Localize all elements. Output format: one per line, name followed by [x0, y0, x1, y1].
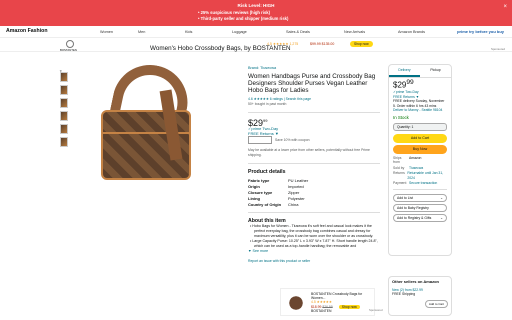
divider	[248, 111, 380, 113]
nav-item-amazon-brands[interactable]: Amazon Brands	[398, 30, 425, 34]
sponsored-brand-bar: BOSTANTEN Women's Hobo Crossbody Bags, b…	[0, 38, 512, 52]
thumbnail[interactable]	[60, 111, 68, 121]
product-details-table: Fabric type PU Leather Origin Imported Clo…	[248, 178, 380, 207]
sponsored-ad-title[interactable]: Women's Hobo Crossbody Bags, by BOSTANTE…	[150, 45, 291, 52]
sponsored-shop-button[interactable]: Shop now	[338, 304, 360, 309]
sponsored-product-text: BOSTANTEN Crossbody Bags for Women... 4.…	[311, 292, 374, 313]
details-row: Closure type Zipper	[248, 189, 300, 195]
tab-delivery[interactable]: Delivery	[389, 65, 420, 78]
thumbnail[interactable]	[60, 85, 68, 95]
baby-registry-button[interactable]: Add to Baby Registry	[393, 204, 447, 213]
product-image[interactable]	[83, 57, 211, 194]
sponsored-ad-stars: 4.5 ★★★★★ 1,275	[267, 42, 299, 46]
buy-now-button[interactable]: Buy Now	[393, 144, 447, 154]
thumbnail[interactable]	[60, 72, 68, 82]
bought-count: 50+ bought in past month	[248, 101, 287, 106]
risk-item: 25% suspicious reviews (high risk)	[198, 10, 270, 15]
risk-item: Third-party seller and shipper (medium r…	[198, 16, 288, 21]
nav-item-new-arrivals[interactable]: New Arrivals	[344, 30, 365, 34]
other-sellers-box: Other sellers on Amazon New (2) from $22…	[388, 276, 452, 316]
thumbnail-strip	[60, 72, 68, 150]
product-title: Women Handbags Purse and Crossbody Bag D…	[248, 73, 376, 95]
nav-item-women[interactable]: Women	[100, 30, 113, 34]
sponsored-brand: BOSTANTEN	[311, 308, 332, 313]
bullet-item: Hobo Bags for Women - Tiusecwa it's soft…	[252, 224, 380, 239]
divider	[248, 211, 380, 213]
delivery-info: FREE delivery Sunday, November 5. Order …	[393, 99, 445, 108]
details-row: Country of Origin China	[248, 201, 299, 207]
coupon-checkbox[interactable]	[248, 135, 272, 144]
chevron-down-icon: ⌄	[440, 216, 443, 221]
add-to-list-button[interactable]: Add to List ⌄	[393, 194, 447, 203]
returns-row: Returns Returnable until Jan 31, 2024	[393, 171, 444, 180]
thumbnail[interactable]	[60, 98, 68, 108]
add-to-cart-button[interactable]: Add to Cart	[393, 133, 447, 143]
other-sellers-title: Other sellers on Amazon	[392, 279, 439, 284]
shop-now-button[interactable]: Shop now	[350, 41, 373, 47]
details-row: Origin Imported	[248, 183, 304, 189]
risk-list: 25% suspicious reviews (high risk) Third…	[198, 10, 288, 22]
details-row: Fabric type PU Leather	[248, 177, 309, 183]
divider	[393, 189, 447, 191]
nav-item-sales-deals[interactable]: Sales & Deals	[286, 30, 310, 34]
product-info: Brand: Tiusecwa Women Handbags Purse and…	[248, 66, 380, 264]
details-row: Lining Polyester	[248, 195, 305, 201]
product-price: $2999	[248, 117, 268, 128]
thumbnail[interactable]	[60, 124, 68, 134]
sponsored-product-image[interactable]	[286, 292, 306, 312]
bullet-item: Large Capacity Purse: 10.25'' L x 3.93''…	[252, 239, 380, 249]
sponsored-product-ad[interactable]: BOSTANTEN Crossbody Bags for Women... 4.…	[280, 288, 375, 316]
report-issue-link[interactable]: Report an issue with this product or sel…	[248, 259, 380, 264]
risk-title: Risk Level: HIGH	[237, 3, 275, 8]
other-sellers-shipping: FREE Shipping	[392, 292, 416, 297]
coupon-row: Save 10% with coupon	[248, 135, 380, 144]
sponsored-product-title[interactable]: BOSTANTEN Crossbody Bags for Women...	[311, 292, 374, 300]
sponsored-label: Sponsored	[369, 308, 383, 312]
stock-status: In Stock	[393, 114, 409, 120]
amazon-fashion-logo[interactable]: Amazon Fashion	[6, 28, 48, 34]
see-more-link[interactable]: ▼ See more	[248, 249, 380, 254]
chevron-down-icon: ⌄	[440, 196, 443, 201]
thumbnail[interactable]	[60, 137, 68, 147]
close-icon[interactable]: ×	[503, 4, 507, 10]
nav-item-men[interactable]: Men	[138, 30, 145, 34]
ships-from-row: Ships from Amazon	[393, 155, 422, 165]
sponsored-label: Sponsored	[491, 47, 505, 51]
prime-try-before-you-buy[interactable]: prime try before you buy	[457, 29, 504, 34]
product-details-heading: Product details	[248, 168, 286, 175]
buy-box: Delivery Pickup $2999 ✓prime Two-Day FRE…	[388, 64, 452, 256]
buy-box-tabs: Delivery Pickup	[389, 65, 451, 79]
top-nav: Amazon Fashion Women Men Kids Luggage Sa…	[0, 26, 512, 38]
lower-price-note: May be available at a lower price from o…	[248, 147, 370, 157]
payment-row: Payment Secure transaction	[393, 180, 438, 185]
wedding-registry-button[interactable]: Add to Registry & Gifts ⌄	[393, 214, 447, 223]
bostanten-logo-icon[interactable]	[66, 40, 74, 48]
deliver-to-link[interactable]: Deliver to Manny - Seattle 98104	[393, 108, 447, 112]
risk-banner: Risk Level: HIGH 25% suspicious reviews …	[0, 0, 512, 26]
tab-pickup[interactable]: Pickup	[420, 65, 451, 77]
nav-item-luggage[interactable]: Luggage	[232, 30, 247, 34]
quantity-select[interactable]: Quantity: 1	[393, 122, 447, 131]
bostanten-logo-text: BOSTANTEN	[60, 48, 77, 52]
divider	[248, 162, 380, 164]
buy-box-price: $2999	[393, 79, 414, 91]
nav-item-kids[interactable]: Kids	[185, 30, 192, 34]
sold-by-row: Sold by Tiusecwa	[393, 165, 424, 170]
other-sellers-add-button[interactable]: Add to Cart	[424, 299, 448, 308]
sponsored-ad-price: $99.99 $135.00	[310, 42, 335, 46]
brand-link[interactable]: Brand: Tiusecwa	[248, 66, 380, 71]
